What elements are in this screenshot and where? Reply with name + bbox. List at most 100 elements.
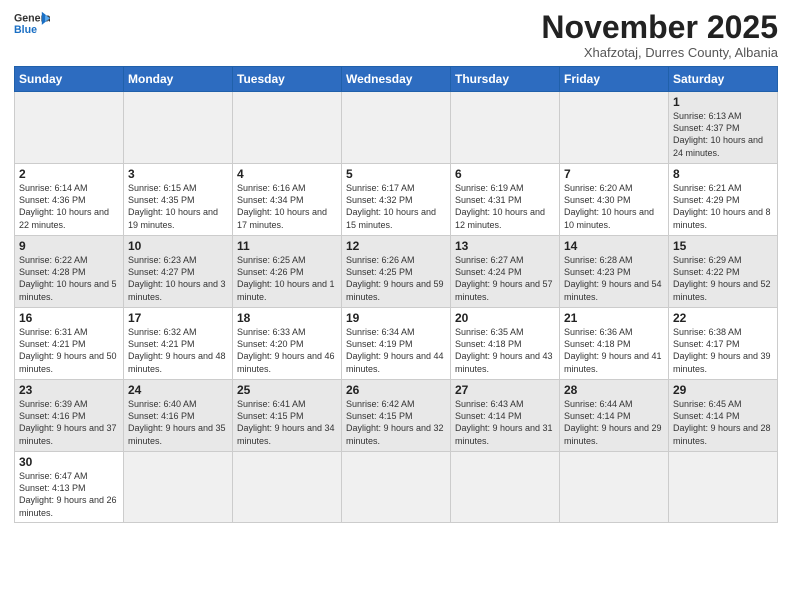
table-row xyxy=(233,452,342,523)
day-info: Sunrise: 6:35 AM Sunset: 4:18 PM Dayligh… xyxy=(455,326,555,375)
table-row xyxy=(124,92,233,164)
table-row: 13Sunrise: 6:27 AM Sunset: 4:24 PM Dayli… xyxy=(451,236,560,308)
table-row: 8Sunrise: 6:21 AM Sunset: 4:29 PM Daylig… xyxy=(669,164,778,236)
col-thursday: Thursday xyxy=(451,67,560,92)
day-number: 13 xyxy=(455,239,555,253)
table-row xyxy=(342,452,451,523)
logo: General Blue xyxy=(14,10,50,38)
day-number: 9 xyxy=(19,239,119,253)
day-info: Sunrise: 6:40 AM Sunset: 4:16 PM Dayligh… xyxy=(128,398,228,447)
day-number: 20 xyxy=(455,311,555,325)
table-row: 9Sunrise: 6:22 AM Sunset: 4:28 PM Daylig… xyxy=(15,236,124,308)
table-row: 4Sunrise: 6:16 AM Sunset: 4:34 PM Daylig… xyxy=(233,164,342,236)
table-row: 25Sunrise: 6:41 AM Sunset: 4:15 PM Dayli… xyxy=(233,380,342,452)
day-number: 16 xyxy=(19,311,119,325)
day-info: Sunrise: 6:19 AM Sunset: 4:31 PM Dayligh… xyxy=(455,182,555,231)
col-tuesday: Tuesday xyxy=(233,67,342,92)
table-row: 10Sunrise: 6:23 AM Sunset: 4:27 PM Dayli… xyxy=(124,236,233,308)
day-number: 2 xyxy=(19,167,119,181)
header-row: Sunday Monday Tuesday Wednesday Thursday… xyxy=(15,67,778,92)
title-block: November 2025 Xhafzotaj, Durres County, … xyxy=(541,10,778,60)
calendar-row-5: 30Sunrise: 6:47 AM Sunset: 4:13 PM Dayli… xyxy=(15,452,778,523)
table-row xyxy=(233,92,342,164)
table-row xyxy=(560,92,669,164)
table-row: 30Sunrise: 6:47 AM Sunset: 4:13 PM Dayli… xyxy=(15,452,124,523)
table-row: 17Sunrise: 6:32 AM Sunset: 4:21 PM Dayli… xyxy=(124,308,233,380)
table-row: 19Sunrise: 6:34 AM Sunset: 4:19 PM Dayli… xyxy=(342,308,451,380)
day-info: Sunrise: 6:25 AM Sunset: 4:26 PM Dayligh… xyxy=(237,254,337,303)
generalblue-logo-icon: General Blue xyxy=(14,10,50,38)
table-row xyxy=(560,452,669,523)
day-number: 6 xyxy=(455,167,555,181)
day-info: Sunrise: 6:29 AM Sunset: 4:22 PM Dayligh… xyxy=(673,254,773,303)
table-row xyxy=(451,452,560,523)
day-info: Sunrise: 6:33 AM Sunset: 4:20 PM Dayligh… xyxy=(237,326,337,375)
day-number: 18 xyxy=(237,311,337,325)
table-row: 5Sunrise: 6:17 AM Sunset: 4:32 PM Daylig… xyxy=(342,164,451,236)
day-info: Sunrise: 6:15 AM Sunset: 4:35 PM Dayligh… xyxy=(128,182,228,231)
table-row xyxy=(451,92,560,164)
day-number: 21 xyxy=(564,311,664,325)
day-number: 1 xyxy=(673,95,773,109)
day-info: Sunrise: 6:38 AM Sunset: 4:17 PM Dayligh… xyxy=(673,326,773,375)
day-info: Sunrise: 6:41 AM Sunset: 4:15 PM Dayligh… xyxy=(237,398,337,447)
day-info: Sunrise: 6:20 AM Sunset: 4:30 PM Dayligh… xyxy=(564,182,664,231)
table-row: 12Sunrise: 6:26 AM Sunset: 4:25 PM Dayli… xyxy=(342,236,451,308)
day-info: Sunrise: 6:16 AM Sunset: 4:34 PM Dayligh… xyxy=(237,182,337,231)
table-row: 26Sunrise: 6:42 AM Sunset: 4:15 PM Dayli… xyxy=(342,380,451,452)
table-row: 16Sunrise: 6:31 AM Sunset: 4:21 PM Dayli… xyxy=(15,308,124,380)
day-number: 7 xyxy=(564,167,664,181)
table-row: 27Sunrise: 6:43 AM Sunset: 4:14 PM Dayli… xyxy=(451,380,560,452)
day-info: Sunrise: 6:31 AM Sunset: 4:21 PM Dayligh… xyxy=(19,326,119,375)
table-row xyxy=(342,92,451,164)
day-number: 25 xyxy=(237,383,337,397)
day-number: 22 xyxy=(673,311,773,325)
day-number: 3 xyxy=(128,167,228,181)
header: General Blue November 2025 Xhafzotaj, Du… xyxy=(14,10,778,60)
day-number: 10 xyxy=(128,239,228,253)
day-info: Sunrise: 6:28 AM Sunset: 4:23 PM Dayligh… xyxy=(564,254,664,303)
day-info: Sunrise: 6:44 AM Sunset: 4:14 PM Dayligh… xyxy=(564,398,664,447)
day-number: 30 xyxy=(19,455,119,469)
table-row: 14Sunrise: 6:28 AM Sunset: 4:23 PM Dayli… xyxy=(560,236,669,308)
day-number: 24 xyxy=(128,383,228,397)
col-friday: Friday xyxy=(560,67,669,92)
col-saturday: Saturday xyxy=(669,67,778,92)
day-info: Sunrise: 6:13 AM Sunset: 4:37 PM Dayligh… xyxy=(673,110,773,159)
day-number: 23 xyxy=(19,383,119,397)
table-row xyxy=(124,452,233,523)
day-info: Sunrise: 6:42 AM Sunset: 4:15 PM Dayligh… xyxy=(346,398,446,447)
table-row xyxy=(15,92,124,164)
table-row xyxy=(669,452,778,523)
table-row: 2Sunrise: 6:14 AM Sunset: 4:36 PM Daylig… xyxy=(15,164,124,236)
table-row: 21Sunrise: 6:36 AM Sunset: 4:18 PM Dayli… xyxy=(560,308,669,380)
table-row: 1Sunrise: 6:13 AM Sunset: 4:37 PM Daylig… xyxy=(669,92,778,164)
table-row: 28Sunrise: 6:44 AM Sunset: 4:14 PM Dayli… xyxy=(560,380,669,452)
day-info: Sunrise: 6:23 AM Sunset: 4:27 PM Dayligh… xyxy=(128,254,228,303)
day-info: Sunrise: 6:45 AM Sunset: 4:14 PM Dayligh… xyxy=(673,398,773,447)
day-number: 26 xyxy=(346,383,446,397)
calendar-row-4: 23Sunrise: 6:39 AM Sunset: 4:16 PM Dayli… xyxy=(15,380,778,452)
location: Xhafzotaj, Durres County, Albania xyxy=(541,45,778,60)
calendar-row-1: 2Sunrise: 6:14 AM Sunset: 4:36 PM Daylig… xyxy=(15,164,778,236)
day-info: Sunrise: 6:21 AM Sunset: 4:29 PM Dayligh… xyxy=(673,182,773,231)
page: General Blue November 2025 Xhafzotaj, Du… xyxy=(0,0,792,612)
table-row: 29Sunrise: 6:45 AM Sunset: 4:14 PM Dayli… xyxy=(669,380,778,452)
day-number: 27 xyxy=(455,383,555,397)
calendar-row-0: 1Sunrise: 6:13 AM Sunset: 4:37 PM Daylig… xyxy=(15,92,778,164)
table-row: 6Sunrise: 6:19 AM Sunset: 4:31 PM Daylig… xyxy=(451,164,560,236)
day-info: Sunrise: 6:17 AM Sunset: 4:32 PM Dayligh… xyxy=(346,182,446,231)
day-number: 15 xyxy=(673,239,773,253)
day-info: Sunrise: 6:47 AM Sunset: 4:13 PM Dayligh… xyxy=(19,470,119,519)
day-number: 5 xyxy=(346,167,446,181)
calendar-row-3: 16Sunrise: 6:31 AM Sunset: 4:21 PM Dayli… xyxy=(15,308,778,380)
day-number: 4 xyxy=(237,167,337,181)
day-number: 12 xyxy=(346,239,446,253)
calendar-row-2: 9Sunrise: 6:22 AM Sunset: 4:28 PM Daylig… xyxy=(15,236,778,308)
day-number: 11 xyxy=(237,239,337,253)
day-number: 8 xyxy=(673,167,773,181)
day-number: 14 xyxy=(564,239,664,253)
table-row: 23Sunrise: 6:39 AM Sunset: 4:16 PM Dayli… xyxy=(15,380,124,452)
day-info: Sunrise: 6:36 AM Sunset: 4:18 PM Dayligh… xyxy=(564,326,664,375)
day-info: Sunrise: 6:43 AM Sunset: 4:14 PM Dayligh… xyxy=(455,398,555,447)
